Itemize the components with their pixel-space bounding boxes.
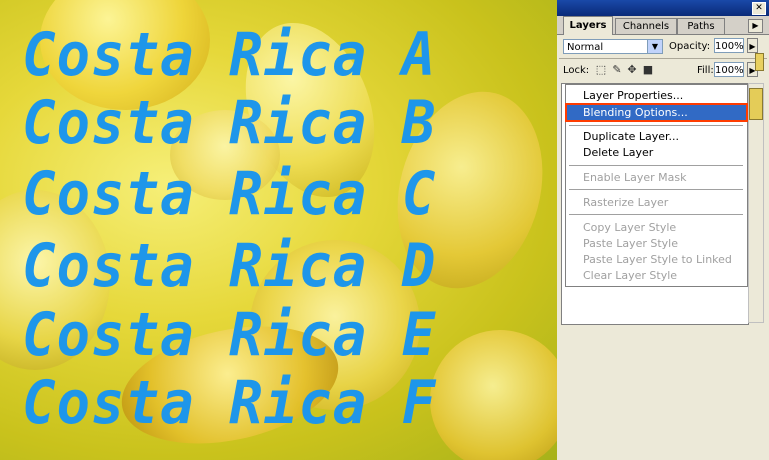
text-line-c: Costa Rica C (22, 159, 437, 229)
tab-paths[interactable]: Paths (677, 18, 725, 34)
palette-menu-arrow-icon[interactable]: ▶ (748, 19, 763, 33)
menu-item-copy-layer-style: Copy Layer Style (583, 221, 677, 234)
menu-item-rasterize-layer: Rasterize Layer (583, 196, 669, 209)
menu-separator (569, 189, 743, 190)
menu-item-clear-layer-style: Clear Layer Style (583, 269, 678, 282)
layer-thumbnail (749, 88, 763, 120)
text-line-d: Costa Rica D (22, 231, 437, 301)
menu-item-delete-layer[interactable]: Delete Layer (567, 145, 746, 160)
text-line-b: Costa Rica B (22, 88, 437, 158)
menu-item-layer-properties[interactable]: Layer Properties... (567, 88, 746, 103)
palette-tabs: Layers Channels Paths ▶ (557, 16, 769, 35)
lock-brush-icon[interactable]: ✎ (611, 64, 623, 76)
lock-move-icon[interactable]: ✥ (626, 64, 638, 76)
text-line-a: Costa Rica A (22, 20, 437, 90)
lock-all-icon[interactable]: ■ (642, 64, 654, 76)
menu-item-blending-options[interactable]: Blending Options... (565, 103, 748, 122)
blend-mode-value: Normal (567, 42, 604, 53)
fill-field[interactable]: 100% (714, 62, 744, 77)
text-line-e: Costa Rica E (22, 300, 437, 370)
chevron-down-icon[interactable]: ▼ (647, 40, 662, 53)
menu-separator (569, 125, 743, 126)
menu-item-duplicate-layer[interactable]: Duplicate Layer... (567, 129, 746, 144)
gold-coin-shape (430, 330, 557, 460)
tab-channels[interactable]: Channels (615, 18, 677, 34)
menu-separator (569, 214, 743, 215)
fill-label: Fill: (697, 65, 714, 76)
text-line-f: Costa Rica F (22, 368, 437, 438)
palette-title-bar[interactable]: ✕ (557, 0, 769, 16)
opacity-label: Opacity: (669, 41, 711, 52)
tab-layers[interactable]: Layers (563, 16, 613, 35)
opacity-field[interactable]: 100% (714, 38, 744, 53)
layer-thumbnail (755, 53, 764, 71)
menu-item-paste-layer-style: Paste Layer Style (583, 237, 678, 250)
document-canvas[interactable]: Costa Rica A Costa Rica B Costa Rica C C… (0, 0, 557, 460)
menu-item-enable-layer-mask: Enable Layer Mask (583, 171, 687, 184)
divider (559, 58, 767, 59)
close-icon[interactable]: ✕ (752, 2, 766, 15)
menu-separator (569, 165, 743, 166)
lock-label: Lock: (563, 65, 590, 76)
layer-context-menu: Layer Properties... Blending Options... … (565, 84, 748, 287)
lock-transparent-icon[interactable]: ⬚ (595, 64, 607, 76)
blend-mode-select[interactable]: Normal ▼ (563, 39, 663, 54)
opacity-slider-arrow-icon[interactable]: ▶ (747, 38, 758, 53)
menu-item-paste-layer-style-linked: Paste Layer Style to Linked (583, 253, 732, 266)
